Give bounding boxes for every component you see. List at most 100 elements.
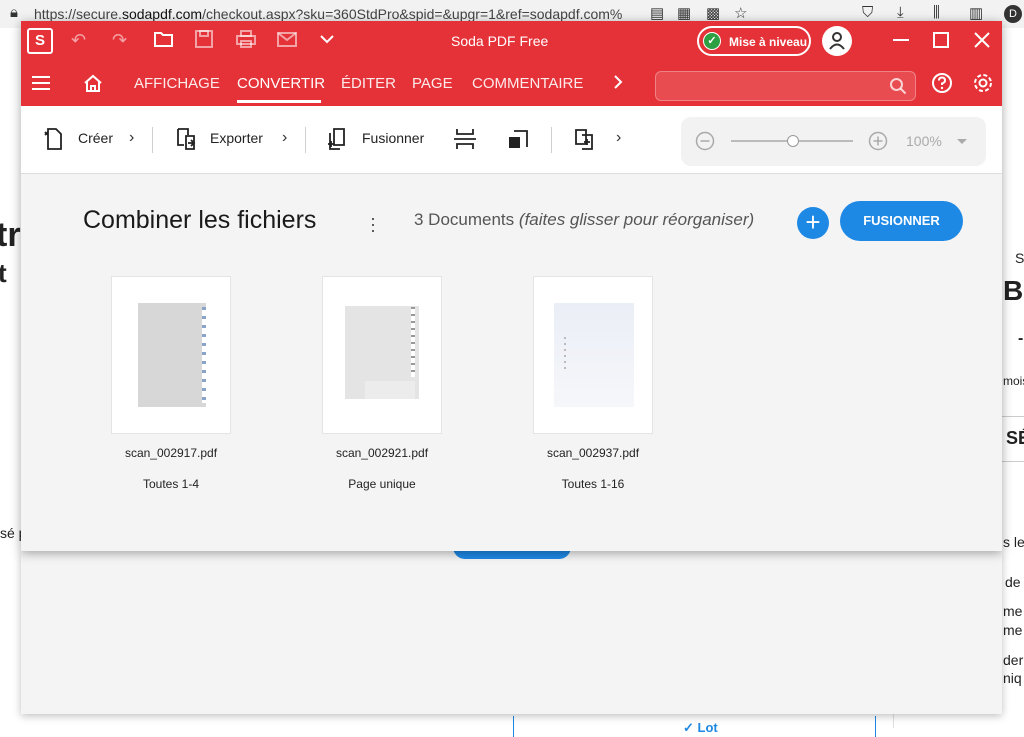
tab-affichage[interactable]: AFFICHAGE — [134, 75, 220, 92]
document-count-value: 3 Documents — [414, 210, 515, 229]
app-window-lower — [21, 551, 1002, 714]
soda-logo-icon[interactable]: S — [27, 28, 53, 54]
mail-icon[interactable] — [276, 29, 298, 54]
close-icon[interactable] — [973, 31, 991, 54]
home-icon[interactable] — [82, 72, 104, 99]
active-tab-indicator — [237, 100, 321, 103]
trello-icon[interactable]: ▦ — [677, 4, 691, 22]
search-icon[interactable] — [889, 77, 907, 95]
bg-text-fragment: - — [1018, 330, 1024, 347]
qr-icon[interactable]: ▩ — [706, 4, 720, 22]
quick-access-chevron-down-icon[interactable] — [319, 29, 335, 54]
zoom-level[interactable]: 100% — [906, 133, 942, 149]
reader-view-icon[interactable]: ▤ — [650, 4, 664, 22]
maximize-icon[interactable] — [932, 31, 950, 54]
bg-text-fragment: s les — [1003, 534, 1024, 550]
open-folder-icon[interactable] — [153, 29, 175, 54]
redo-icon[interactable]: ↷ — [112, 30, 127, 51]
document-name: scan_002921.pdf — [335, 446, 429, 460]
pocket-icon[interactable]: ⛉ — [862, 4, 873, 21]
bg-text-fragment: mois — [1003, 374, 1024, 388]
tab-page[interactable]: PAGE — [412, 75, 453, 92]
page-range[interactable]: Toutes 1-16 — [513, 477, 673, 491]
user-avatar-icon[interactable] — [822, 26, 852, 56]
url-host: sodapdf.com — [121, 6, 203, 22]
page-range[interactable]: Page unique — [302, 477, 462, 491]
insert-pages-icon[interactable] — [573, 127, 597, 151]
address-bar[interactable]: https://secure.sodapdf.com/checkout.aspx… — [34, 6, 639, 22]
undo-icon[interactable]: ↶ — [71, 30, 86, 51]
settings-gear-icon[interactable] — [972, 72, 994, 99]
document-name: scan_002937.pdf — [546, 446, 640, 460]
merge-files-icon[interactable] — [326, 127, 350, 151]
zoom-chevron-down-icon[interactable] — [956, 138, 968, 146]
zoom-in-icon[interactable] — [868, 131, 888, 151]
url-path: /checkout.aspx?sku=360StdPro&spid=&upgr=… — [202, 6, 623, 22]
ribbon-tabs: AFFICHAGE CONVERTIR ÉDITER PAGE COMMENTA… — [21, 61, 1002, 106]
export-button[interactable]: Exporter — [210, 130, 263, 146]
search-input[interactable] — [655, 71, 916, 101]
toolbar-divider — [305, 127, 306, 153]
upgrade-button[interactable]: ✓ Mise à niveau — [697, 26, 811, 56]
create-button[interactable]: Créer — [78, 130, 113, 146]
bg-text-fragment: SÉ — [1006, 428, 1024, 448]
merge-toolbar-button[interactable]: Fusionner — [362, 130, 424, 146]
document-count: 3 Documents (faites glisser pour réorgan… — [414, 210, 754, 230]
bg-lot-link[interactable]: ✓ Lot — [683, 720, 718, 736]
help-icon[interactable] — [931, 72, 953, 99]
zoom-out-icon[interactable] — [695, 131, 715, 151]
library-icon[interactable]: ⫼ — [933, 4, 940, 21]
download-icon[interactable]: ⤓ — [897, 4, 904, 21]
create-document-icon[interactable] — [41, 127, 63, 151]
toolbar-divider — [152, 127, 153, 153]
bg-text-fragment: S — [1015, 250, 1024, 266]
page-preview-edge — [411, 307, 415, 377]
minimize-icon[interactable] — [891, 27, 911, 56]
zoom-slider-handle[interactable] — [787, 135, 799, 147]
sidebar-icon[interactable]: ▥ — [969, 4, 983, 22]
merge-button[interactable]: FUSIONNER — [840, 201, 963, 241]
print-icon[interactable] — [235, 29, 257, 54]
compress-icon[interactable] — [506, 127, 530, 151]
document-thumbnail[interactable] — [322, 276, 442, 434]
url-prefix: https://secure. — [34, 6, 122, 22]
bg-text-fragment: t — [0, 258, 7, 288]
hamburger-menu-icon[interactable] — [31, 74, 51, 97]
convert-toolbar: Créer › Exporter › Fusionner › 100% — [21, 106, 1002, 174]
create-chevron-right-icon[interactable]: › — [129, 129, 134, 147]
account-icon[interactable]: D — [1004, 5, 1022, 23]
bookmark-star-icon[interactable]: ☆ — [734, 4, 747, 22]
document-thumbnail[interactable] — [111, 276, 231, 434]
export-icon[interactable] — [174, 127, 198, 151]
page-preview — [554, 303, 634, 407]
tab-convertir[interactable]: CONVERTIR — [237, 75, 325, 92]
reorder-hint: (faites glisser pour réorganiser) — [518, 210, 755, 229]
page-preview-edge — [202, 307, 206, 403]
page-preview — [138, 303, 206, 407]
soda-pdf-window: S ↶ ↷ Soda PDF Free ✓ Mise à niveau AFFI… — [21, 21, 1002, 551]
document-thumbnail[interactable] — [533, 276, 653, 434]
tab-commentaire[interactable]: COMMENTAIRE — [472, 75, 583, 92]
more-tools-chevron-right-icon[interactable]: › — [616, 129, 621, 147]
check-icon: ✓ — [703, 32, 721, 50]
add-document-button[interactable]: + — [797, 207, 829, 239]
lock-icon[interactable]: 🔒︎ — [10, 4, 18, 21]
title-bar: S ↶ ↷ Soda PDF Free ✓ Mise à niveau — [21, 21, 1002, 61]
upgrade-label: Mise à niveau — [729, 35, 808, 49]
zoom-control: 100% — [681, 117, 986, 166]
export-chevron-right-icon[interactable]: › — [282, 129, 287, 147]
more-options-icon[interactable]: · · · — [370, 209, 376, 239]
tabs-scroll-right-icon[interactable] — [611, 72, 625, 97]
app-title: Soda PDF Free — [451, 33, 549, 49]
page-preview-marks — [564, 337, 566, 371]
toolbar-divider — [551, 127, 552, 153]
document-name: scan_002917.pdf — [124, 446, 218, 460]
split-icon[interactable] — [453, 127, 477, 151]
page-title: Combiner les fichiers — [83, 206, 317, 234]
bg-text-fragment: tr — [0, 216, 21, 254]
page-preview-bottom — [365, 381, 415, 399]
tab-editer[interactable]: ÉDITER — [341, 75, 396, 92]
page-range[interactable]: Toutes 1-4 — [91, 477, 251, 491]
save-icon[interactable] — [194, 29, 214, 54]
bg-text-fragment: BU — [1003, 275, 1024, 306]
